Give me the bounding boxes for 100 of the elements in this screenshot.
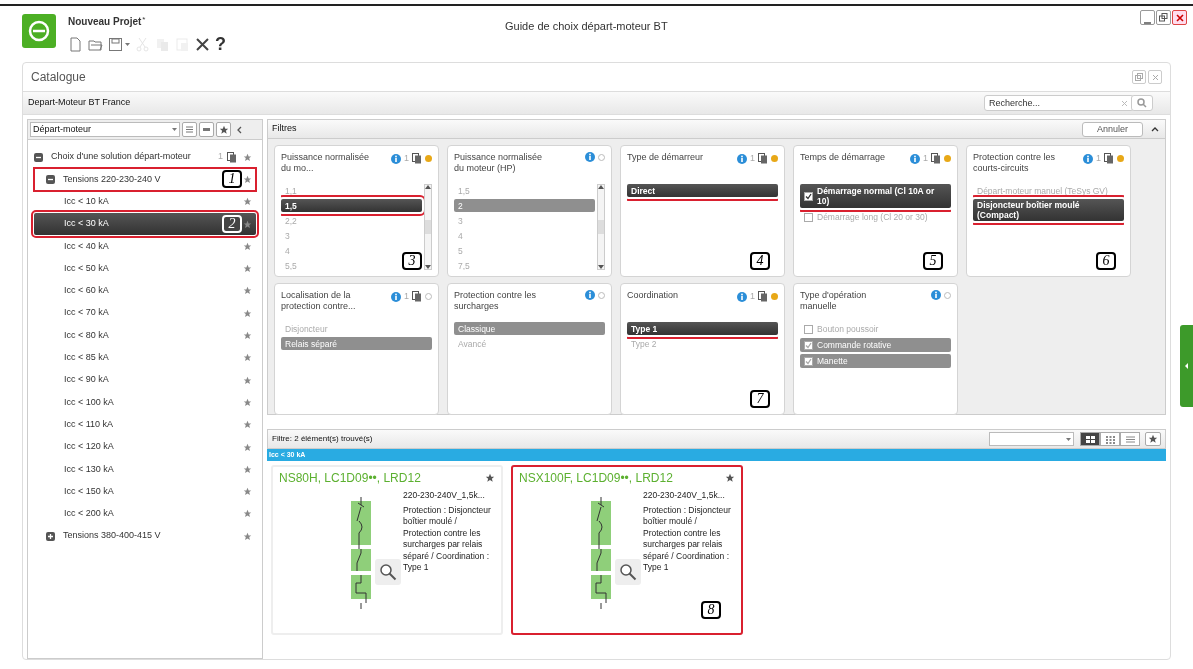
filter-title: Puissance normalisée du moteur (HP): [454, 152, 544, 174]
star-icon[interactable]: [243, 353, 252, 363]
checkbox[interactable]: [804, 356, 813, 366]
info-icon[interactable]: [391, 291, 401, 302]
checkbox[interactable]: [804, 324, 813, 334]
star-icon[interactable]: [243, 174, 252, 184]
star-icon[interactable]: [243, 420, 252, 430]
help-button[interactable]: ?: [215, 35, 226, 53]
scroll-thumb[interactable]: [425, 220, 431, 234]
tree-item[interactable]: Icc < 150 kA: [34, 480, 256, 503]
product-card[interactable]: NS80H, LC1D09••, LRD12 220-230-240V_1,5k... Protection : Disjoncteur boîtier moulé / Protection contre les surcharges par relais séparé / Coordination : Type 1: [271, 465, 503, 635]
tree-item[interactable]: Tensions 380-400-415 V: [34, 525, 256, 548]
tree-item[interactable]: Icc < 120 kA: [34, 435, 256, 459]
tree-item[interactable]: Icc < 70 kA: [34, 302, 256, 325]
filter-title: Protection contre les courts-circuits: [973, 152, 1057, 174]
tree-item[interactable]: Icc < 60 kA: [34, 279, 256, 303]
star-icon[interactable]: [243, 286, 252, 296]
tree-item[interactable]: Choix d'une solution départ-moteur 1: [34, 146, 256, 169]
info-icon[interactable]: [737, 291, 747, 302]
tree-item[interactable]: Tensions 220-230-240 V 1: [34, 168, 256, 191]
info-icon[interactable]: [931, 290, 941, 300]
tree-item[interactable]: Icc < 90 kA: [34, 368, 256, 392]
star-icon[interactable]: [243, 442, 252, 452]
star-icon[interactable]: [243, 241, 252, 251]
count: 1: [750, 290, 755, 303]
collapse-icon[interactable]: [34, 152, 43, 162]
callout-number: 6: [1096, 252, 1116, 270]
modified-mark: *: [142, 14, 146, 24]
caret-icon: [1066, 437, 1071, 441]
star-icon[interactable]: [243, 375, 252, 385]
info-icon[interactable]: [737, 153, 747, 164]
checkbox[interactable]: [804, 191, 813, 201]
scroll-up-icon[interactable]: [425, 185, 431, 189]
filter-title: Type d'opération manuelle: [800, 290, 868, 312]
star-icon[interactable]: [243, 531, 252, 541]
scroll-thumb[interactable]: [598, 220, 604, 234]
dot-grid-icon[interactable]: [1104, 434, 1116, 444]
star-icon[interactable]: [243, 264, 252, 274]
tree-item[interactable]: Icc < 40 kA: [34, 235, 256, 258]
section-title: Filtres: [272, 122, 297, 136]
minimize-button[interactable]: [1140, 10, 1155, 25]
tree-item[interactable]: Icc < 50 kA: [34, 257, 256, 280]
checkbox[interactable]: [804, 340, 813, 350]
chevron-up-icon[interactable]: [1151, 126, 1159, 132]
count: 1: [1096, 152, 1101, 165]
scrollbar[interactable]: [424, 184, 432, 270]
caret-left-icon[interactable]: [1185, 363, 1189, 369]
product-card[interactable]: NSX100F, LC1D09••, LRD12 220-230-240V_1,5k... Protection : Disjoncteur boîtier moulé / Protection contre les surcharges par relais séparé / Coordination : Type 1 8: [511, 465, 743, 635]
new-file-icon[interactable]: [68, 36, 83, 52]
minimize-icon[interactable]: [1144, 20, 1151, 24]
tree-item[interactable]: Icc < 100 kA: [34, 391, 256, 414]
view-toggle[interactable]: [1120, 432, 1140, 446]
star-icon[interactable]: [243, 152, 252, 162]
star-icon[interactable]: [243, 308, 252, 318]
product-subtitle: 220-230-240V_1,5k...: [403, 489, 486, 502]
cancel-button[interactable]: Annuler: [1081, 121, 1143, 137]
info-icon[interactable]: [391, 153, 401, 164]
document-icon: [758, 153, 768, 165]
view-toggle[interactable]: [1080, 432, 1100, 446]
tools-icon[interactable]: [195, 36, 210, 52]
expand-icon[interactable]: [46, 531, 55, 541]
caret-icon[interactable]: [125, 42, 130, 46]
star-icon[interactable]: [243, 397, 252, 407]
star-icon[interactable]: [243, 331, 252, 340]
star-icon[interactable]: [485, 473, 495, 483]
star-icon[interactable]: [243, 509, 252, 519]
tree-item[interactable]: Icc < 110 kA: [34, 413, 256, 436]
count: 1: [750, 152, 755, 165]
callout-number: 2: [222, 214, 242, 233]
search-field[interactable]: Recherche...: [984, 95, 1134, 111]
filter-title: Protection contre les surcharges: [454, 290, 538, 312]
star-icon[interactable]: [243, 487, 252, 497]
scroll-down-icon[interactable]: [425, 265, 431, 269]
tree-item[interactable]: Icc < 85 kA: [34, 346, 256, 369]
info-icon[interactable]: [1083, 153, 1093, 164]
list-icon[interactable]: [1124, 434, 1136, 444]
star-icon[interactable]: [243, 219, 252, 229]
search-icon[interactable]: [1137, 98, 1147, 108]
scroll-up-icon[interactable]: [598, 185, 604, 189]
sort-dropdown[interactable]: [989, 432, 1074, 446]
scrollbar[interactable]: [597, 184, 605, 270]
info-icon[interactable]: [585, 290, 595, 300]
tree-item[interactable]: Icc < 80 kA: [34, 324, 256, 347]
tree-item[interactable]: Icc < 30 kA 2: [34, 212, 256, 236]
view-toggle[interactable]: [1100, 432, 1120, 446]
category-dropdown[interactable]: Départ-moteur: [30, 122, 180, 137]
results-summary: Filtre: 2 élément(s) trouvé(s): [272, 433, 373, 445]
info-icon[interactable]: [585, 152, 595, 162]
tree-item[interactable]: Icc < 10 kA: [34, 190, 256, 213]
grid-icon[interactable]: [1084, 434, 1096, 444]
scroll-down-icon[interactable]: [598, 265, 604, 269]
tree-item[interactable]: Icc < 130 kA: [34, 458, 256, 481]
star-icon[interactable]: [243, 464, 252, 474]
info-icon[interactable]: [910, 153, 920, 164]
star-icon[interactable]: [725, 473, 735, 483]
tree-item[interactable]: Icc < 200 kA: [34, 502, 256, 526]
collapse-icon[interactable]: [46, 174, 55, 184]
checkbox[interactable]: [804, 212, 813, 222]
floppy-disk-icon[interactable]: [108, 36, 123, 52]
star-icon[interactable]: [243, 197, 252, 207]
